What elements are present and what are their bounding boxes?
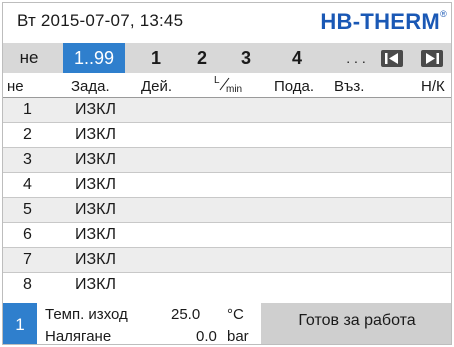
row-no: 8 bbox=[23, 276, 32, 293]
table-row[interactable]: 3 ИЗКЛ bbox=[3, 148, 451, 173]
row-no: 1 bbox=[23, 101, 32, 118]
skip-forward-icon[interactable] bbox=[421, 50, 443, 67]
tab-unit-2[interactable]: 2 bbox=[191, 43, 213, 73]
unit-tab-bar: не 1..99 1 2 3 4 . . . bbox=[3, 43, 451, 73]
row-setpoint: ИЗКЛ bbox=[75, 176, 116, 193]
header: Вт 2015-07-07, 13:45 HB-THERM® bbox=[3, 3, 451, 43]
tab-all-units[interactable]: 1..99 bbox=[63, 43, 125, 73]
col-flow: L min bbox=[213, 75, 247, 95]
table-row[interactable]: 2 ИЗКЛ bbox=[3, 123, 451, 148]
row-no: 7 bbox=[23, 251, 32, 268]
temp-unit: °C bbox=[227, 306, 244, 323]
col-hl: Н/К bbox=[421, 78, 445, 95]
units-table: не Зада. Дей. L min Пода. Въз. Н/К 1 ИЗК… bbox=[3, 75, 451, 298]
table-row[interactable]: 7 ИЗКЛ bbox=[3, 248, 451, 273]
row-no: 3 bbox=[23, 151, 32, 168]
row-setpoint: ИЗКЛ bbox=[75, 276, 116, 293]
col-no: не bbox=[7, 78, 24, 95]
pressure-value: 0.0 bbox=[196, 328, 217, 345]
pressure-label: Налягане bbox=[45, 328, 112, 345]
status-footer: 1 Темп. изход 25.0 °C Налягане 0.0 bar Г… bbox=[3, 295, 451, 345]
col-supply: Пода. bbox=[274, 78, 315, 95]
col-setpoint: Зада. bbox=[71, 78, 110, 95]
table-row[interactable]: 5 ИЗКЛ bbox=[3, 198, 451, 223]
registered-mark: ® bbox=[440, 9, 447, 19]
active-unit-badge[interactable]: 1 bbox=[3, 303, 37, 344]
row-no: 5 bbox=[23, 201, 32, 218]
row-setpoint: ИЗКЛ bbox=[75, 201, 116, 218]
row-setpoint: ИЗКЛ bbox=[75, 251, 116, 268]
brand-logo: HB-THERM® bbox=[320, 9, 447, 35]
row-no: 4 bbox=[23, 176, 32, 193]
col-actual: Дей. bbox=[141, 78, 173, 95]
tab-unit-3[interactable]: 3 bbox=[235, 43, 257, 73]
row-setpoint: ИЗКЛ bbox=[75, 101, 116, 118]
brand-name: HB-THERM bbox=[320, 9, 441, 34]
controller-screen: Вт 2015-07-07, 13:45 HB-THERM® не 1..99 … bbox=[2, 2, 452, 345]
flow-unit-bottom: min bbox=[226, 84, 243, 95]
date-time: Вт 2015-07-07, 13:45 bbox=[17, 11, 184, 30]
table-row[interactable]: 6 ИЗКЛ bbox=[3, 223, 451, 248]
temp-value: 25.0 bbox=[171, 306, 201, 323]
row-no: 6 bbox=[23, 226, 32, 243]
pressure-unit: bar bbox=[227, 328, 249, 345]
tab-unit-4[interactable]: 4 bbox=[286, 43, 308, 73]
row-setpoint: ИЗКЛ bbox=[75, 126, 116, 143]
row-no: 2 bbox=[23, 126, 32, 143]
table-header: не Зада. Дей. L min Пода. Въз. Н/К bbox=[3, 75, 451, 98]
tab-more[interactable]: . . . bbox=[336, 43, 376, 73]
row-setpoint: ИЗКЛ bbox=[75, 226, 116, 243]
tab-none[interactable]: не bbox=[3, 43, 55, 73]
tab-unit-1[interactable]: 1 bbox=[145, 43, 167, 73]
status-message: Готов за работа bbox=[261, 303, 451, 344]
table-row[interactable]: 4 ИЗКЛ bbox=[3, 173, 451, 198]
table-row[interactable]: 1 ИЗКЛ bbox=[3, 98, 451, 123]
col-return: Въз. bbox=[334, 78, 365, 95]
skip-back-icon[interactable] bbox=[381, 50, 403, 67]
row-setpoint: ИЗКЛ bbox=[75, 151, 116, 168]
temp-label: Темп. изход bbox=[45, 306, 128, 323]
